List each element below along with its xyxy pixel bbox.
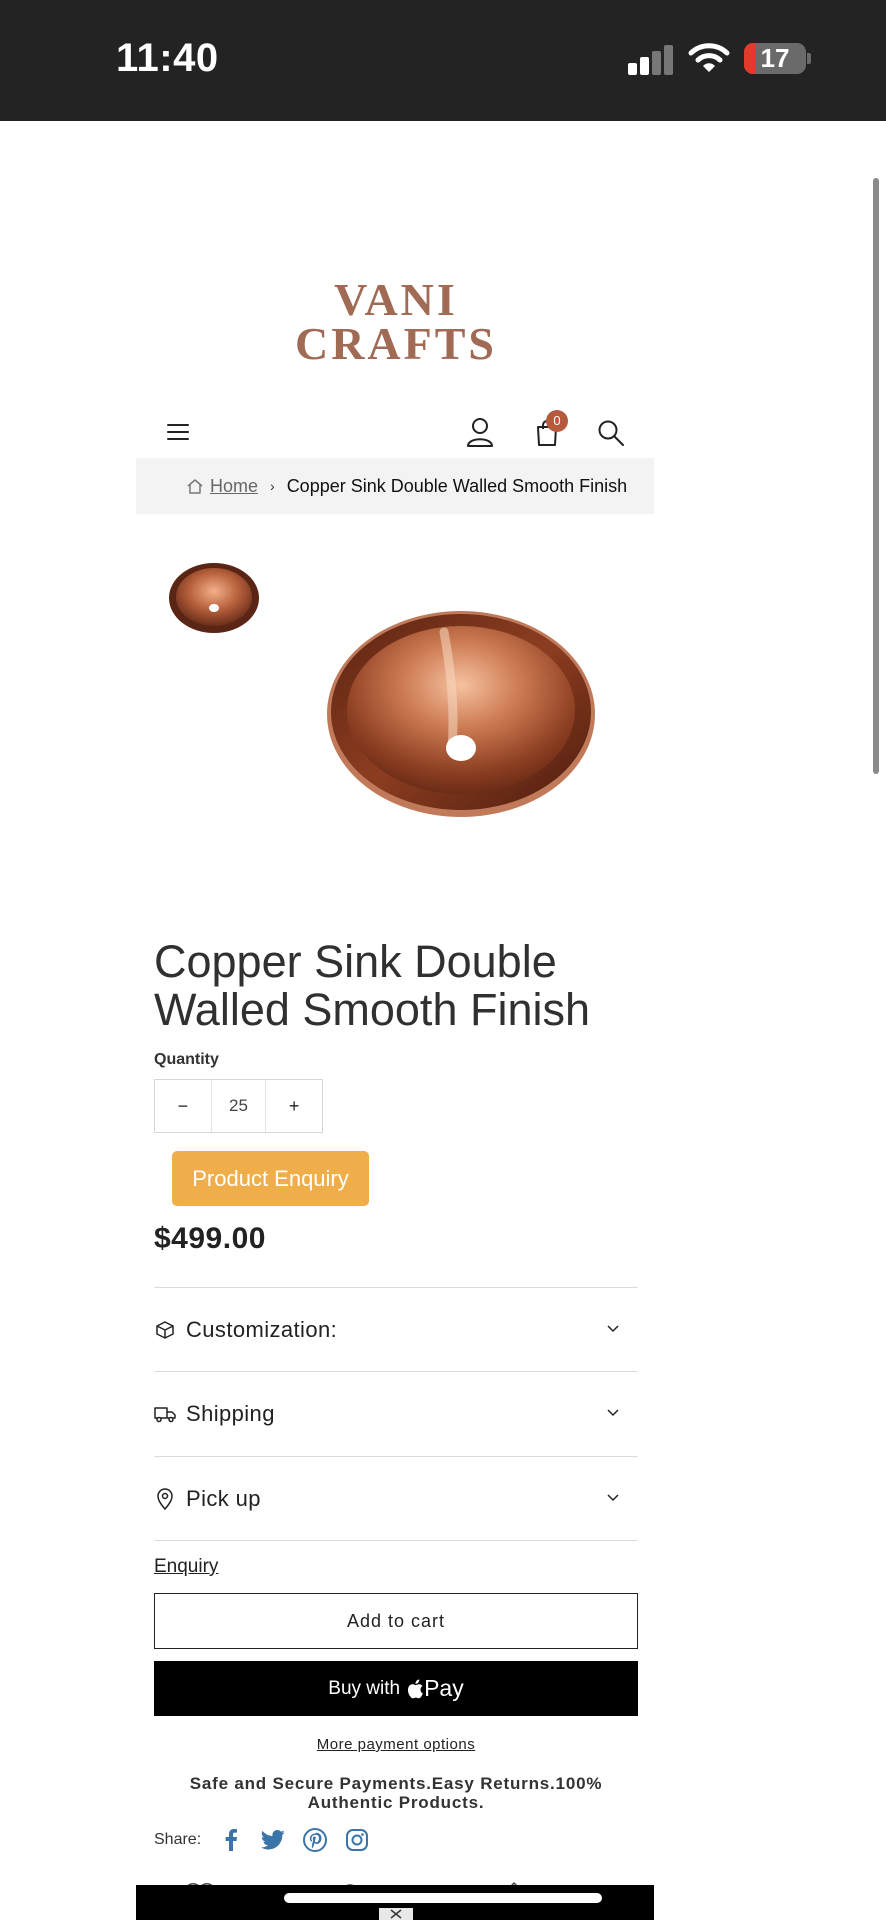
product-thumbnail[interactable] — [168, 562, 260, 634]
product-price: $499.00 — [154, 1222, 266, 1255]
accordion-pickup[interactable]: Pick up — [154, 1456, 638, 1540]
accordion-customization[interactable]: Customization: — [154, 1287, 638, 1371]
apple-logo-icon — [408, 1679, 423, 1698]
chevron-down-icon — [606, 1404, 620, 1422]
box-icon — [154, 1320, 176, 1340]
chevron-down-icon — [606, 1489, 620, 1507]
page-scrollbar[interactable] — [873, 178, 879, 774]
enquiry-link[interactable]: Enquiry — [154, 1556, 218, 1578]
share-label: Share: — [154, 1831, 202, 1848]
trust-message: Safe and Secure Payments.Easy Returns.10… — [189, 1774, 603, 1812]
battery-icon: 17 — [744, 43, 806, 74]
breadcrumb-current: Copper Sink Double Walled Smooth Finish — [286, 475, 628, 496]
instagram-icon[interactable] — [345, 1828, 369, 1852]
pinterest-icon[interactable] — [303, 1828, 328, 1852]
divider — [154, 1540, 638, 1541]
brand-logo-line1: VANI — [334, 274, 458, 325]
quantity-increase-button[interactable]: + — [266, 1080, 322, 1132]
product-main-image[interactable] — [326, 608, 596, 818]
home-indicator[interactable] — [284, 1893, 602, 1903]
facebook-icon[interactable] — [219, 1828, 243, 1852]
quantity-label: Quantity — [154, 1051, 219, 1068]
product-enquiry-button[interactable]: Product Enquiry — [172, 1151, 369, 1206]
apple-pay-prefix: Buy with — [328, 1677, 401, 1699]
apple-pay-button[interactable]: Buy with Pay — [154, 1661, 638, 1716]
accordion-label: Customization: — [186, 1316, 338, 1342]
menu-icon[interactable] — [164, 418, 192, 446]
quantity-stepper: − 25 + — [154, 1079, 323, 1133]
twitter-icon[interactable] — [261, 1828, 285, 1852]
brand-logo-line2: CRAFTS — [294, 318, 498, 369]
breadcrumb-home-label: Home — [210, 475, 259, 496]
apple-pay-label: Pay — [424, 1675, 464, 1701]
brand-logo[interactable]: VANI CRAFTS — [270, 274, 522, 369]
more-payment-options-link[interactable]: More payment options — [154, 1736, 638, 1753]
map-pin-icon — [154, 1487, 176, 1510]
cart-count-badge: 0 — [546, 410, 568, 432]
home-icon — [187, 479, 203, 494]
product-title: Copper Sink Double Walled Smooth Finish — [154, 936, 591, 1035]
add-to-cart-button[interactable]: Add to cart — [154, 1593, 638, 1649]
signal-icon — [628, 45, 674, 75]
battery-tip — [807, 53, 811, 64]
accordion-label: Shipping — [186, 1400, 275, 1426]
wifi-icon — [688, 42, 730, 74]
status-bar: 11:40 17 — [0, 0, 886, 121]
accordion-label: Pick up — [186, 1485, 261, 1511]
breadcrumb-separator: › — [270, 478, 275, 494]
breadcrumb: Home › Copper Sink Double Walled Smooth … — [136, 458, 654, 514]
breadcrumb-home-link[interactable]: Home — [186, 476, 258, 497]
account-icon[interactable] — [464, 416, 496, 448]
search-icon[interactable] — [596, 418, 626, 448]
accordion-shipping[interactable]: Shipping — [154, 1371, 638, 1455]
battery-level: 17 — [760, 43, 790, 73]
share-row: Share: — [154, 1828, 369, 1852]
truck-icon — [154, 1405, 176, 1423]
status-time: 11:40 — [116, 36, 219, 80]
quantity-input[interactable]: 25 — [210, 1080, 267, 1132]
chevron-down-icon — [606, 1320, 620, 1338]
close-icon[interactable] — [379, 1908, 413, 1920]
quantity-decrease-button[interactable]: − — [155, 1080, 211, 1132]
